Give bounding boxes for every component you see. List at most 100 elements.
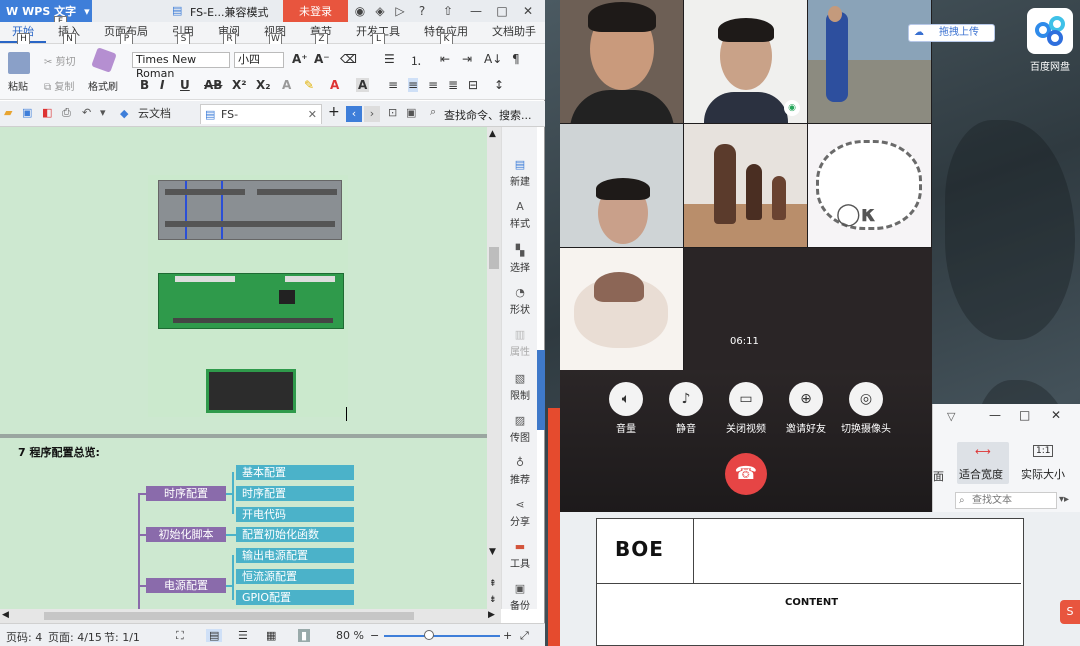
participant-video[interactable]: ◉: [684, 0, 807, 123]
outline-view-icon[interactable]: ☰: [238, 629, 248, 642]
hangup-button[interactable]: ☎: [725, 453, 767, 495]
scrollbar-thumb[interactable]: [44, 612, 414, 620]
indent-icon[interactable]: ⇥: [462, 52, 472, 66]
char-shading-icon[interactable]: A: [356, 78, 370, 92]
login-button[interactable]: 未登录: [283, 0, 348, 22]
side-shape[interactable]: ◔ 形状: [502, 287, 538, 317]
tab-home[interactable]: 开始 H: [0, 23, 46, 46]
side-style[interactable]: A 样式: [502, 201, 538, 231]
scroll-down-icon[interactable]: ▼: [489, 547, 496, 557]
underline-icon[interactable]: U: [180, 78, 190, 92]
sync-icon[interactable]: ◉: [352, 3, 368, 19]
side-new[interactable]: ▤ 新建: [502, 159, 538, 189]
justify-icon[interactable]: ≣: [448, 78, 458, 92]
tab-active-document[interactable]: ▤ FS-ETS-...0200218 ✕: [200, 104, 322, 141]
participant-video[interactable]: [684, 124, 807, 247]
side-tools[interactable]: ▬ 工具: [502, 541, 538, 571]
pdf-page-mode[interactable]: 面: [933, 468, 944, 484]
print-icon[interactable]: ⎙: [62, 106, 71, 120]
close-icon[interactable]: ✕: [520, 3, 536, 19]
side-share[interactable]: ⋖ 分享: [502, 499, 538, 529]
help-icon[interactable]: ?: [414, 3, 430, 19]
actual-size-button[interactable]: 1:1 实际大小: [1019, 442, 1079, 484]
chevron-down-icon[interactable]: ▽: [947, 410, 955, 423]
input-method-icon[interactable]: S: [1060, 600, 1080, 624]
font-color-icon[interactable]: A: [330, 78, 339, 92]
participant-video[interactable]: [560, 124, 683, 247]
view-mode-icon[interactable]: ▣: [406, 106, 416, 119]
horizontal-scrollbar[interactable]: ◀ ▶: [0, 609, 501, 623]
side-recommend[interactable]: ♁ 推荐: [502, 457, 538, 487]
vertical-scrollbar[interactable]: ▲ ▼ ⇞ ⇟: [487, 127, 501, 609]
switch-camera-button[interactable]: ◎ 切换摄像头: [836, 382, 896, 435]
minimize-icon[interactable]: —: [989, 408, 1001, 422]
zoom-in-icon[interactable]: +: [503, 629, 512, 642]
folder-icon[interactable]: ▰: [4, 106, 12, 119]
undo-icon[interactable]: ↶: [82, 106, 91, 119]
command-search-input[interactable]: 查找命令、搜索...: [444, 107, 532, 123]
prev-page-icon[interactable]: ⇞: [489, 579, 497, 589]
participant-avatar[interactable]: ◯κ: [808, 124, 931, 247]
format-painter-icon[interactable]: [91, 47, 117, 73]
expand-icon[interactable]: ⤢: [520, 629, 529, 643]
highlight-icon[interactable]: ✎: [304, 78, 314, 92]
next-page-icon[interactable]: ⇟: [489, 595, 497, 605]
italic-icon[interactable]: I: [160, 78, 164, 92]
tab-developer[interactable]: 开发工具 L: [344, 23, 412, 46]
bold-icon[interactable]: B: [140, 78, 149, 92]
invite-button[interactable]: ⊕ 邀请好友: [776, 382, 836, 435]
page-view-icon[interactable]: ▤: [206, 629, 223, 642]
zoom-out-icon[interactable]: −: [370, 629, 379, 642]
zoom-slider[interactable]: [384, 635, 500, 637]
shrink-font-icon[interactable]: A⁻: [314, 52, 330, 66]
tab-chapter[interactable]: 章节 Z: [298, 23, 344, 46]
tab-insert[interactable]: 插入 N: [46, 23, 92, 46]
eye-protect-icon[interactable]: ▮: [298, 629, 311, 642]
search-options-icon[interactable]: ▾▸: [1059, 494, 1069, 505]
distributed-icon[interactable]: ⊟: [468, 78, 478, 92]
superscript-icon[interactable]: X²: [232, 78, 247, 92]
strikethrough-icon[interactable]: AB: [204, 78, 222, 92]
show-marks-icon[interactable]: ¶: [512, 52, 520, 66]
tab-page-layout[interactable]: 页面布局 P: [92, 23, 160, 46]
chevron-down-icon[interactable]: ▾: [100, 106, 106, 119]
bullets-icon[interactable]: ☰: [384, 52, 395, 66]
export-pdf-icon[interactable]: ◧: [42, 106, 52, 119]
side-restrict[interactable]: ▧ 限制: [502, 373, 538, 403]
scroll-right-icon[interactable]: ▶: [488, 610, 495, 620]
maximize-icon[interactable]: □: [1019, 408, 1030, 422]
line-spacing-icon[interactable]: ↕: [494, 78, 504, 92]
drag-upload-chip[interactable]: ☁ 拖拽上传: [908, 24, 995, 42]
outdent-icon[interactable]: ⇤: [440, 52, 450, 66]
minimize-ribbon-icon[interactable]: ⇧: [440, 3, 456, 19]
numbering-icon[interactable]: ⒈: [410, 52, 422, 69]
tab-references[interactable]: 引用 S: [160, 23, 206, 46]
font-name-select[interactable]: Times New Roman: [132, 52, 230, 80]
side-backup[interactable]: ▣ 备份: [502, 583, 538, 613]
side-properties[interactable]: ▥ 属性: [502, 329, 538, 359]
tab-cloud-docs[interactable]: ◆ 云文档: [118, 104, 198, 124]
zoom-level[interactable]: 80 %: [336, 629, 364, 642]
clipboard-icon[interactable]: [8, 52, 30, 74]
align-center-icon[interactable]: ≡: [408, 78, 419, 92]
tab-next-icon[interactable]: ›: [364, 106, 380, 122]
pdf-document-view[interactable]: BOE CONTENT S: [560, 512, 1080, 646]
clear-format-icon[interactable]: ⌫: [340, 52, 357, 66]
participant-video[interactable]: [808, 0, 931, 123]
maximize-icon[interactable]: □: [494, 3, 510, 19]
subscript-icon[interactable]: X₂: [256, 78, 271, 92]
text-effect-icon[interactable]: A: [282, 78, 291, 92]
sort-icon[interactable]: A↓: [484, 52, 502, 66]
font-size-select[interactable]: 小四: [234, 52, 284, 68]
wps-app-menu[interactable]: W WPS 文字 ▾: [0, 0, 92, 22]
side-select[interactable]: ▚ 选择: [502, 245, 538, 275]
align-left-icon[interactable]: ≡: [388, 78, 398, 92]
minimize-icon[interactable]: —: [468, 3, 484, 19]
pdf-search-input[interactable]: ⌕ 查找文本: [955, 492, 1057, 509]
baidu-netdisk-shortcut[interactable]: 百度网盘: [1022, 8, 1078, 80]
save-icon[interactable]: ▣: [22, 106, 32, 119]
scrollbar-thumb[interactable]: [489, 247, 499, 269]
cut-button[interactable]: ✂ 剪切: [44, 53, 76, 68]
participant-video[interactable]: [560, 0, 683, 123]
document-canvas[interactable]: 7 程序配置总览: 时序配置 初始化脚本 电源配置 基本配置 时序配置 开电代码…: [0, 127, 487, 609]
